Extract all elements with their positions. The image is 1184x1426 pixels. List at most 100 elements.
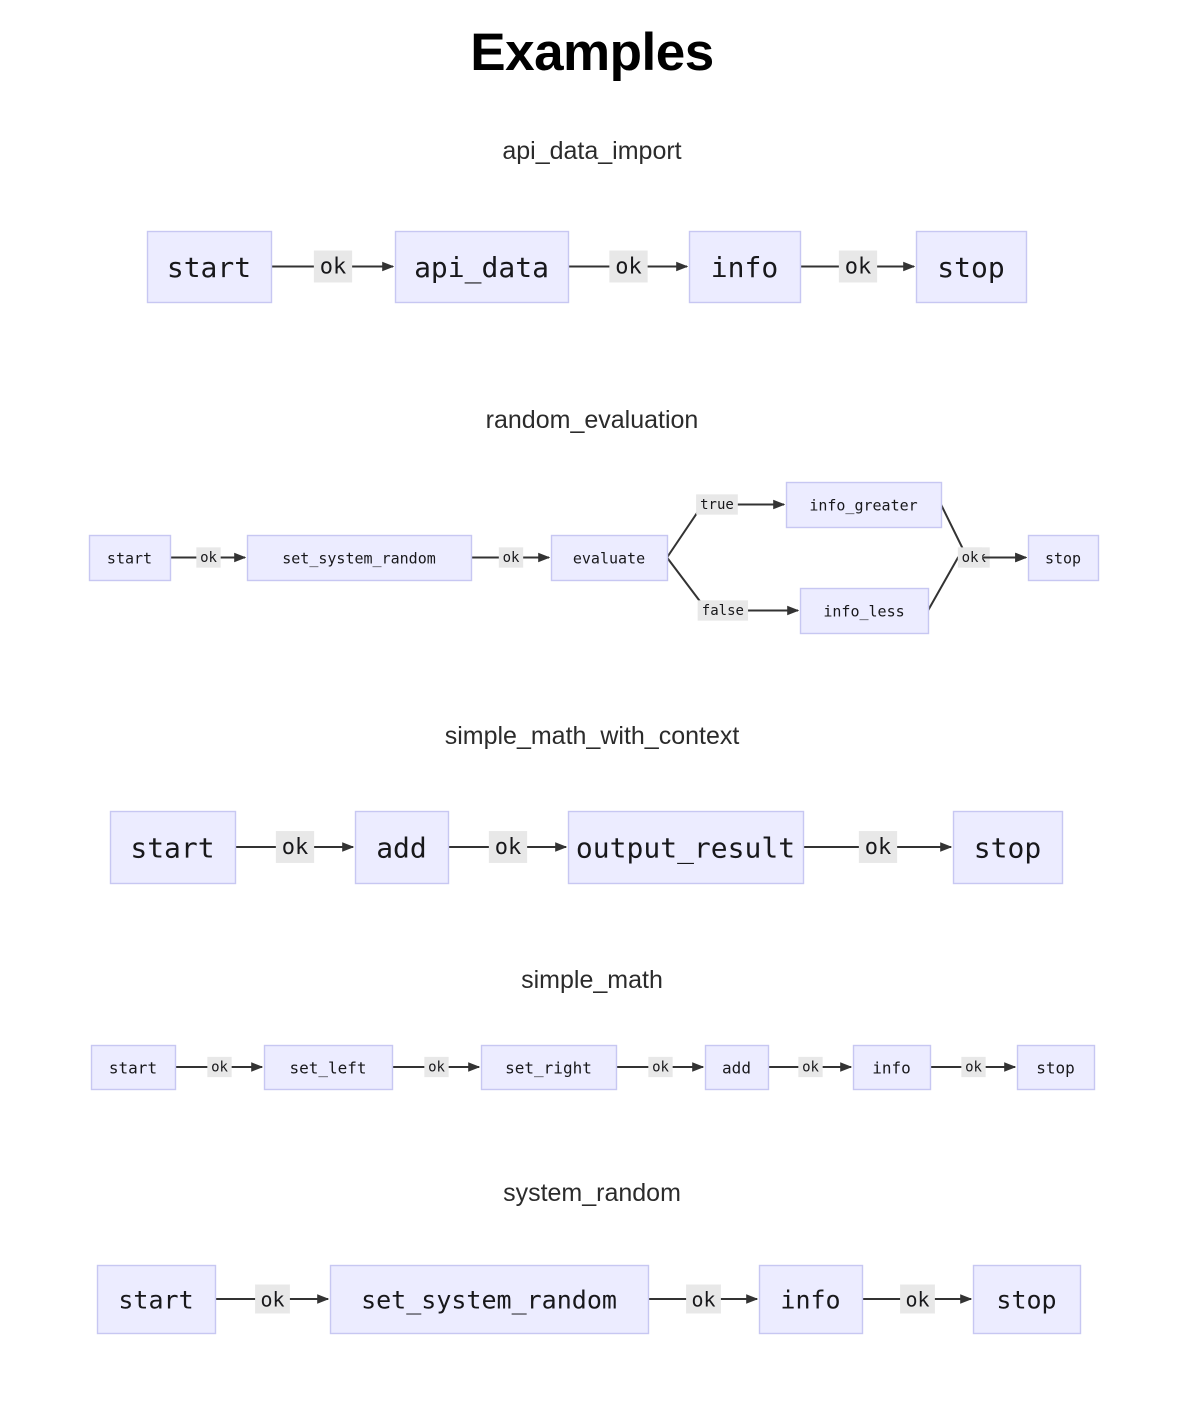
- edge-label: false: [702, 603, 744, 619]
- node-label: add: [722, 1059, 751, 1078]
- edge-label: ok: [905, 1288, 929, 1312]
- edge-label: ok: [428, 1060, 445, 1076]
- node-set_system_random[interactable]: set_system_random: [329, 1264, 650, 1335]
- flowchart-svg: ok ok ok start add output_result stop: [109, 810, 1064, 885]
- edge-output_result-to-stop: ok: [803, 831, 953, 863]
- node-stop[interactable]: stop: [972, 1264, 1082, 1335]
- edge-start-to-api_data: ok: [271, 250, 395, 283]
- edge-evaluate-to-info_greater: true: [666, 494, 786, 559]
- node-label: set_system_random: [282, 550, 436, 568]
- node-label: info_less: [823, 603, 904, 621]
- flowchart-svg: ok ok ok ok ok start set_left set_right add info s…: [90, 1044, 1096, 1091]
- example-title-0: api_data_import: [502, 137, 682, 165]
- flowchart-random-evaluation: okoktruefalseokokstartset_system_randome…: [0, 470, 1184, 645]
- node-label: start: [107, 550, 152, 568]
- example-block-1: random_evaluation okoktruefalseokokstart…: [0, 408, 1184, 645]
- node-stop[interactable]: stop: [1016, 1044, 1096, 1091]
- flowchart-simple-math: ok ok ok ok ok start set_left set_right add info s…: [0, 1033, 1184, 1101]
- node-label: stop: [1045, 550, 1081, 568]
- edge-info_less-to-stop: ok: [927, 547, 1028, 611]
- node-set_right[interactable]: set_right: [480, 1044, 618, 1091]
- node-label: start: [130, 832, 214, 865]
- node-label: info_greater: [809, 497, 917, 515]
- flowchart-svg: ok ok ok start api_data info stop: [146, 230, 1028, 304]
- node-label: add: [376, 832, 427, 865]
- edge-set_system_random-to-info: ok: [648, 1284, 759, 1314]
- edge-label: true: [700, 497, 734, 513]
- node-label: info: [780, 1286, 840, 1315]
- node-output_result[interactable]: output_result: [567, 810, 805, 885]
- edge-label: ok: [282, 835, 309, 860]
- node-set_system_random[interactable]: set_system_random: [246, 534, 473, 582]
- edge-add-to-info: ok: [768, 1056, 853, 1078]
- edge-start-to-set_system_random: ok: [170, 547, 247, 568]
- edge-set_right-to-add: ok: [616, 1056, 705, 1078]
- edge-label: ok: [802, 1060, 819, 1076]
- example-title-1: random_evaluation: [485, 406, 699, 434]
- example-title-3: simple_math: [521, 966, 663, 994]
- node-label: info: [872, 1059, 911, 1078]
- edge-label: ok: [503, 550, 520, 566]
- edge-label: ok: [652, 1060, 669, 1076]
- edge-set_left-to-set_right: ok: [392, 1056, 481, 1078]
- example-block-2: simple_math_with_context ok ok ok start add o…: [0, 724, 1184, 895]
- node-set_left[interactable]: set_left: [263, 1044, 394, 1091]
- page-title: Examples: [470, 23, 714, 82]
- edge-evaluate-to-info_less: false: [666, 556, 800, 621]
- edge-api_data-to-info: ok: [568, 250, 689, 283]
- node-label: stop: [937, 251, 1004, 284]
- edge-label: ok: [615, 255, 642, 280]
- example-block-3: simple_math ok ok ok ok ok start set_left set_r…: [0, 968, 1184, 1101]
- node-start[interactable]: start: [96, 1264, 217, 1335]
- edge-info-to-stop: ok: [862, 1284, 973, 1314]
- node-add[interactable]: add: [704, 1044, 770, 1091]
- node-info[interactable]: info: [758, 1264, 864, 1335]
- flowchart-svg: ok ok ok start set_system_random info stop: [96, 1264, 1082, 1335]
- node-info_less[interactable]: info_less: [799, 587, 930, 635]
- edge-label: ok: [495, 835, 522, 860]
- node-start[interactable]: start: [146, 230, 273, 304]
- node-api_data[interactable]: api_data: [394, 230, 570, 304]
- node-info[interactable]: info: [688, 230, 802, 304]
- node-start[interactable]: start: [88, 534, 172, 582]
- node-label: api_data: [414, 251, 549, 285]
- example-title-4: system_random: [503, 1179, 681, 1207]
- node-stop[interactable]: stop: [952, 810, 1064, 885]
- node-stop[interactable]: stop: [1027, 534, 1100, 582]
- node-label: start: [118, 1286, 193, 1315]
- node-label: set_left: [289, 1059, 366, 1078]
- edge-label: ok: [211, 1060, 228, 1076]
- edge-label: ok: [865, 835, 892, 860]
- edge-label: ok: [691, 1288, 715, 1312]
- edge-start-to-set_system_random: ok: [215, 1284, 330, 1314]
- node-start[interactable]: start: [109, 810, 237, 885]
- edge-label: ok: [320, 255, 347, 280]
- edge-layer: ok ok ok: [271, 250, 916, 283]
- node-label: evaluate: [573, 550, 645, 568]
- node-label: set_system_random: [361, 1286, 617, 1315]
- edge-label: ok: [200, 550, 217, 566]
- node-evaluate[interactable]: evaluate: [550, 534, 669, 582]
- example-block-4: system_random ok ok ok start set_system_rand…: [0, 1181, 1184, 1345]
- node-info[interactable]: info: [852, 1044, 932, 1091]
- edge-label: ok: [965, 1060, 982, 1076]
- node-label: stop: [974, 832, 1041, 865]
- node-add[interactable]: add: [354, 810, 450, 885]
- node-stop[interactable]: stop: [915, 230, 1028, 304]
- flowchart-simple-math-with-context: ok ok ok start add output_result stop: [0, 799, 1184, 895]
- node-label: start: [167, 251, 251, 284]
- node-start[interactable]: start: [90, 1044, 177, 1091]
- edge-label: ok: [962, 550, 979, 566]
- node-label: stop: [996, 1286, 1056, 1315]
- node-label: output_result: [576, 832, 795, 866]
- example-title-2: simple_math_with_context: [444, 722, 740, 750]
- flowchart-system-random: ok ok ok start set_system_random info stop: [0, 1253, 1184, 1345]
- edge-label: ok: [845, 255, 872, 280]
- node-info_greater[interactable]: info_greater: [785, 481, 943, 529]
- node-label: info: [711, 251, 778, 284]
- edge-start-to-add: ok: [235, 831, 355, 863]
- flowchart-api-data-import: ok ok ok start api_data info stop: [0, 219, 1184, 314]
- node-label: start: [109, 1059, 157, 1078]
- flowchart-svg: okoktruefalseokokstartset_system_randome…: [88, 481, 1100, 635]
- node-label: set_right: [505, 1059, 592, 1078]
